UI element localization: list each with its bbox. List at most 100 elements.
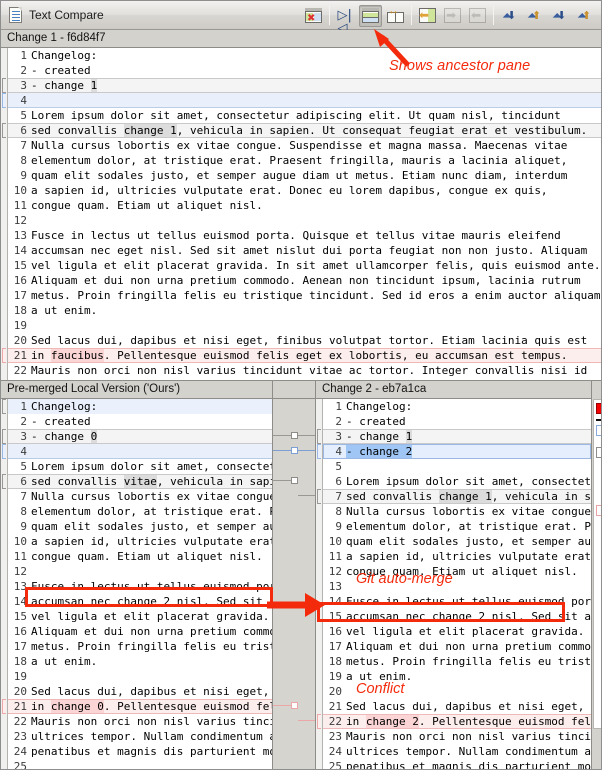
code-line[interactable]: 15 vel ligula et elit placerat gravida. [8,609,272,624]
code-line[interactable]: 21 in faucibus. Pellentesque euismod feli… [8,348,601,363]
code-line[interactable]: 10 a sapien id, ultricies vulputate erat [8,534,272,549]
diff-link-box[interactable] [291,477,298,484]
diff-link-box[interactable] [291,447,298,454]
code-line[interactable]: 19 [8,669,272,684]
line-text[interactable]: congue quam. Etiam ut aliquet nisl. [30,198,601,213]
line-text[interactable]: - created [30,414,272,429]
code-line[interactable]: 3- change 1 [323,429,592,444]
line-text[interactable] [30,564,272,579]
code-line[interactable]: 11 congue quam. Etiam ut aliquet nisl. [8,549,272,564]
code-line[interactable]: 12 [8,564,272,579]
overview-scrollbar[interactable] [591,381,601,769]
compare-panes-icon[interactable]: ▷|◁ [334,5,357,35]
previous-difference-icon[interactable]: ⏶ ⬆ [523,5,546,27]
line-text[interactable]: Aliquam et dui non urna pretium commo [30,624,272,639]
line-text[interactable]: quam elit sodales justo, et semper au [345,534,591,549]
code-line[interactable]: 8 elementum dolor, at tristique erat. Pra… [8,153,601,168]
line-text[interactable]: Mauris non orci non nisl varius tincidun… [30,363,601,378]
line-text[interactable]: Mauris non orci non nisl varius tinci [30,714,272,729]
line-text[interactable]: Changelog: [345,399,591,414]
line-text[interactable]: in change 0. Pellentesque euismod fel [30,699,272,714]
code-line[interactable]: 9 quam elit sodales justo, et semper au [8,519,272,534]
code-line[interactable]: 24 ultrices tempor. Nullam condimentum a [323,744,591,759]
code-line[interactable]: 12 [8,213,601,228]
code-line[interactable]: 9 elementum dolor, at tristique erat. P [323,519,591,534]
line-text[interactable]: accumsan nec change 2 nisl. Sed sit a [30,594,272,609]
line-text[interactable]: accumsan nec eget nisl. Sed sit amet nis… [30,243,601,258]
code-line[interactable]: 15 vel ligula et elit placerat gravida. I… [8,258,601,273]
code-line[interactable]: 25 penatibus et magnis dis parturient mo [323,759,591,769]
code-line[interactable]: 22 Mauris non orci non nisl varius tincid… [8,363,601,378]
diff-link-box[interactable] [291,702,298,709]
code-line[interactable]: 7 Nulla cursus lobortis ex vitae congue [8,489,272,504]
local-code-lines[interactable]: 1 Changelog: 2- created 3- change 0 4 5 Lorem … [8,399,272,769]
line-text[interactable]: a sapien id, ultricies vulputate erat. D… [30,183,601,198]
remove-difference-icon[interactable]: ✖ [302,5,325,27]
code-line[interactable]: 16 Aliquam et dui non urna pretium commo [8,624,272,639]
code-line[interactable]: 21 in change 0. Pellentesque euismod fel [8,699,272,714]
line-text[interactable]: ultrices tempor. Nullam condimentum a [345,744,591,759]
line-text[interactable] [30,213,601,228]
code-line[interactable]: 17 metus. Proin fringilla felis eu tristi… [8,288,601,303]
code-line[interactable]: 11 congue quam. Etiam ut aliquet nisl. [8,198,601,213]
line-text[interactable]: - created [345,414,591,429]
line-text[interactable]: quam elit sodales justo, et semper au [30,519,272,534]
code-line[interactable]: 14 accumsan nec eget nisl. Sed sit amet n… [8,243,601,258]
code-line[interactable]: 20 Sed lacus dui, dapibus et nisi eget, f… [8,333,601,348]
code-line[interactable]: 24 penatibus et magnis dis parturient mo [8,744,272,759]
line-text[interactable]: congue quam. Etiam ut aliquet nisl. [345,564,591,579]
line-text[interactable]: Aliquam et dui non urna pretium commo [345,639,591,654]
line-text[interactable]: in faucibus. Pellentesque euismod felis … [30,348,601,363]
line-text[interactable]: elementum dolor, at tristique erat. P [345,519,591,534]
code-line[interactable]: 20 Sed lacus dui, dapibus et nisi eget, [8,684,272,699]
line-text[interactable]: Nulla cursus lobortis ex vitae congue [30,489,272,504]
line-text[interactable] [345,459,591,474]
code-line[interactable]: 6 sed convallis vitae, vehicula in sapi [8,474,272,489]
code-line[interactable]: 4 [8,444,272,459]
code-line[interactable]: 22 Mauris non orci non nisl varius tinci [8,714,272,729]
line-text[interactable]: - change 1 [30,78,601,93]
ancestor-code-lines[interactable]: 1 Changelog: 2- created 3- change 1 4 5 Lorem … [8,48,601,380]
line-text[interactable]: a sapien id, ultricies vulputate erat [30,534,272,549]
line-text[interactable] [30,444,272,459]
line-text[interactable]: Lorem ipsum dolor sit amet, consectetur … [30,108,601,123]
code-line[interactable]: 5 Lorem ipsum dolor sit amet, consectetur… [8,108,601,123]
next-conflict-icon[interactable]: ⏶ ⬇ [548,5,571,27]
line-text[interactable]: - change 2 [345,444,591,459]
code-line[interactable]: 7 sed convallis change 1, vehicula in s [323,489,592,504]
code-line[interactable]: 3- change 0 [8,429,272,444]
code-line[interactable]: 6 Lorem ipsum dolor sit amet, consectet [323,474,591,489]
code-line[interactable]: 2- created [323,414,591,429]
line-text[interactable]: - change 1 [345,429,591,444]
code-line[interactable]: 4 [8,93,601,108]
code-line[interactable]: 19 [8,318,601,333]
code-line[interactable]: 8 elementum dolor, at tristique erat. P [8,504,272,519]
code-line[interactable]: 14 Fusce in lectus ut tellus euismod por [323,594,591,609]
code-line[interactable]: 10 quam elit sodales justo, et semper au [323,534,591,549]
code-line[interactable]: 6 sed convallis change 1, vehicula in sap… [8,123,601,138]
line-text[interactable]: Aliquam et dui non urna pretium commodo.… [30,273,601,288]
line-text[interactable]: metus. Proin fringilla felis eu trist [30,639,272,654]
change2-code-lines[interactable]: 1 Changelog: 2- created 3- change 14- chang… [323,399,592,769]
code-line[interactable]: 23 ultrices tempor. Nullam condimentum a [8,729,272,744]
diff-link-box[interactable] [291,432,298,439]
line-text[interactable]: sed convallis vitae, vehicula in sapi [30,474,272,489]
code-line[interactable]: 4 - change 2 [323,444,592,459]
line-text[interactable]: - change 0 [30,429,272,444]
line-text[interactable]: sed convallis change 1, vehicula in s [345,489,591,504]
code-line[interactable]: 20 [323,684,591,699]
code-line[interactable]: 18 a ut enim. [8,303,601,318]
show-ancestor-pane-icon[interactable] [359,4,382,27]
code-line[interactable]: 13 [323,579,591,594]
line-text[interactable]: metus. Proin fringilla felis eu trist [345,654,591,669]
code-line[interactable]: 19 a ut enim. [323,669,591,684]
code-line[interactable]: 1 Changelog: [323,399,591,414]
line-text[interactable]: - created [30,63,601,78]
code-line[interactable]: 18 metus. Proin fringilla felis eu trist [323,654,591,669]
code-line[interactable]: 13 Fusce in lectus ut tellus euismod por [8,579,272,594]
code-line[interactable]: 8 Nulla cursus lobortis ex vitae congue [323,504,591,519]
code-line[interactable]: 18 a ut enim. [8,654,272,669]
line-text[interactable] [30,93,601,108]
code-line[interactable]: 1 Changelog: [8,48,601,63]
code-line[interactable]: 13 Fusce in lectus ut tellus euismod port… [8,228,601,243]
